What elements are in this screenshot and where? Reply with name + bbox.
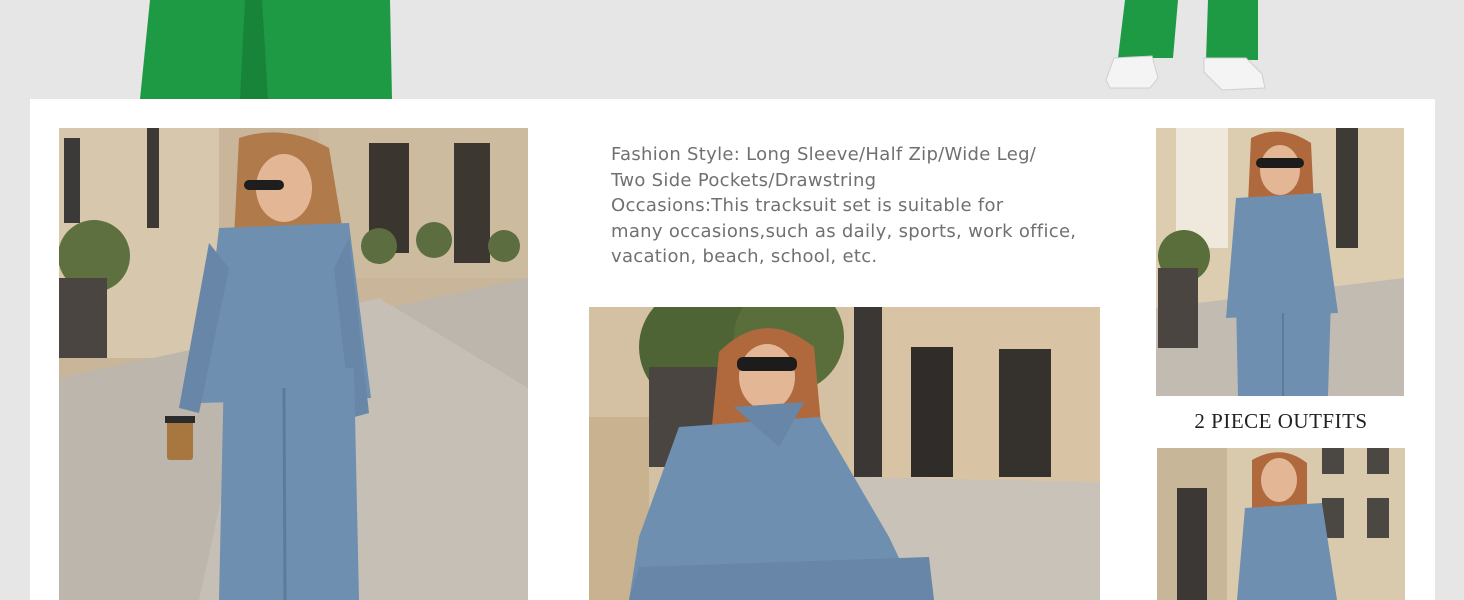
walking-photo: [59, 128, 528, 600]
side-view-photo: [1157, 448, 1405, 600]
previous-section-strip: [0, 0, 1464, 99]
description-line: vacation, beach, school, etc.: [611, 246, 878, 267]
sitting-photo: [589, 307, 1100, 600]
description-line: Fashion Style: Long Sleeve/Half Zip/Wide…: [611, 144, 1037, 165]
description-line: many occasions,such as daily, sports, wo…: [611, 220, 1077, 242]
description-line: Two Side Pockets/Drawstring: [611, 169, 877, 191]
green-pants-image: [140, 0, 1266, 99]
product-caption: 2 PIECE OUTFITS: [1194, 409, 1368, 433]
product-info-panel: Fashion Style: Long Sleeve/Half Zip/Wide…: [30, 99, 1435, 600]
description-line: Occasions:This tracksuit set is suitable…: [611, 195, 1004, 216]
standing-photo: [1156, 128, 1404, 396]
product-description: Fashion Style: Long Sleeve/Half Zip/Wide…: [611, 142, 1081, 270]
